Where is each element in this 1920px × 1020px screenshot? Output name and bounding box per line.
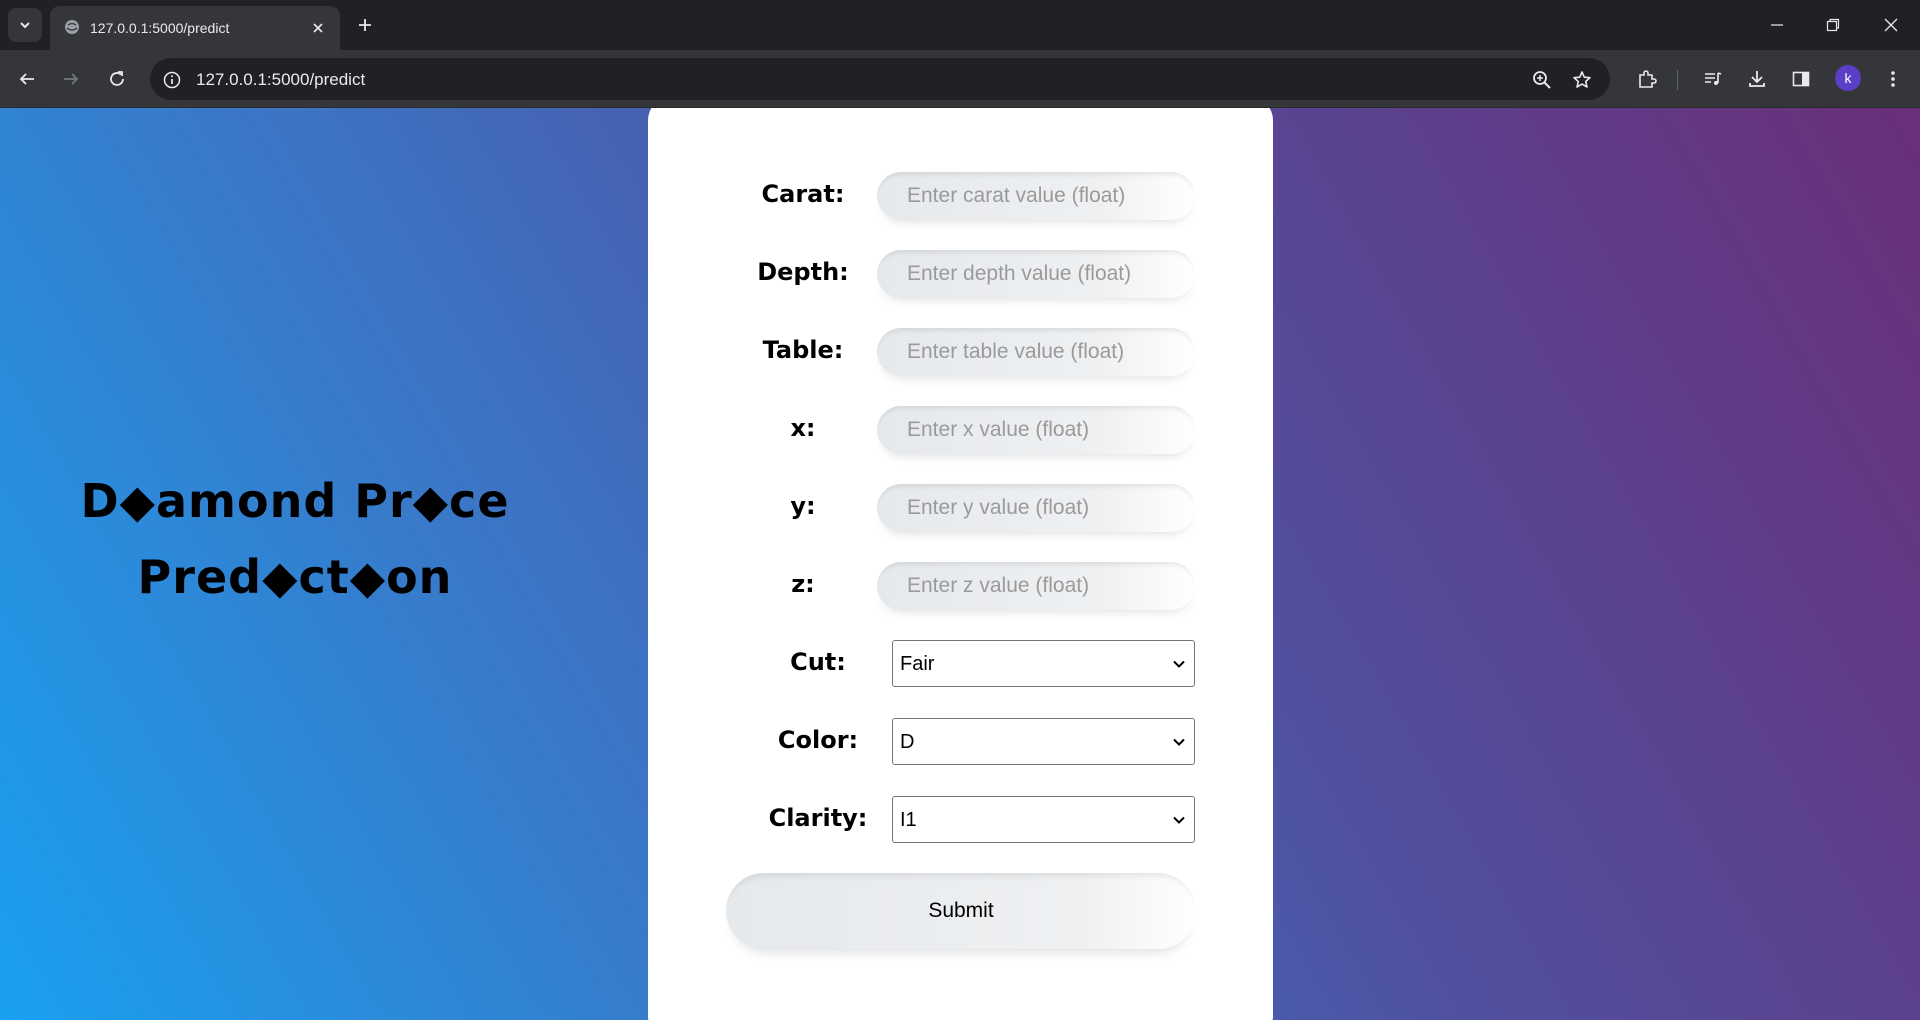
- tab-title: 127.0.0.1:5000/predict: [90, 20, 230, 36]
- info-icon: [163, 71, 181, 89]
- reload-icon: [110, 71, 124, 86]
- browser-toolbar: 127.0.0.1:5000/predict k: [0, 50, 1920, 108]
- carat-row: Carat:: [648, 172, 1273, 220]
- bookmark-button[interactable]: [1570, 68, 1594, 92]
- zoom-button[interactable]: [1530, 68, 1554, 92]
- z-row: z:: [648, 562, 1273, 610]
- y-row: y:: [648, 484, 1273, 532]
- arrow-right-icon: [64, 73, 79, 85]
- chevron-down-icon: [1173, 816, 1185, 824]
- plus-icon: [359, 19, 371, 31]
- depth-label: Depth:: [757, 258, 849, 286]
- restore-button[interactable]: [1818, 10, 1848, 40]
- x-input[interactable]: [877, 406, 1195, 454]
- table-label: Table:: [762, 336, 844, 364]
- side-panel-icon: [1792, 71, 1810, 87]
- page-title: D◆amond Pr◆ce Pred◆ct◆on: [30, 463, 560, 615]
- table-row: Table:: [648, 328, 1273, 376]
- browser-tab[interactable]: 127.0.0.1:5000/predict: [50, 6, 340, 50]
- chevron-down-icon: [1173, 738, 1185, 746]
- profile-avatar[interactable]: k: [1835, 65, 1861, 91]
- clarity-row: Clarity: I1: [648, 796, 1273, 844]
- downloads-button[interactable]: [1742, 64, 1772, 94]
- z-input[interactable]: [877, 562, 1195, 610]
- media-control-button[interactable]: [1698, 64, 1728, 94]
- address-bar[interactable]: 127.0.0.1:5000/predict: [150, 58, 1610, 100]
- carat-input[interactable]: [877, 172, 1195, 220]
- cut-select[interactable]: Fair: [892, 640, 1195, 687]
- page-viewport: D◆amond Pr◆ce Pred◆ct◆on Carat: Depth: T…: [0, 108, 1920, 1020]
- reload-button[interactable]: [102, 64, 132, 94]
- color-label: Color:: [777, 726, 859, 754]
- tab-close-button[interactable]: [308, 18, 328, 38]
- queue-music-icon: [1705, 72, 1722, 85]
- site-info-button[interactable]: [160, 68, 184, 92]
- x-label: x:: [790, 414, 816, 442]
- chevron-down-icon: [20, 22, 30, 29]
- close-icon: [313, 23, 323, 33]
- tab-strip: 127.0.0.1:5000/predict: [0, 0, 1920, 50]
- zoom-icon: [1533, 71, 1551, 89]
- restore-icon: [1826, 18, 1840, 32]
- minimize-icon: [1771, 24, 1783, 26]
- prediction-form-card: Carat: Depth: Table: x: y: z: Cut: Fair: [648, 108, 1273, 1020]
- color-select[interactable]: D: [892, 718, 1195, 765]
- table-input[interactable]: [877, 328, 1195, 376]
- color-row: Color: D: [648, 718, 1273, 766]
- cut-row: Cut: Fair: [648, 640, 1273, 688]
- browser-menu-button[interactable]: [1878, 64, 1908, 94]
- puzzle-icon: [1639, 70, 1657, 88]
- new-tab-button[interactable]: [352, 12, 378, 38]
- chevron-down-icon: [1173, 660, 1185, 668]
- page-title-line-2: Pred◆ct◆on: [137, 550, 453, 604]
- depth-row: Depth:: [648, 250, 1273, 298]
- arrow-left-icon: [19, 73, 34, 85]
- cut-select-value: Fair: [900, 653, 935, 675]
- tab-search-button[interactable]: [8, 8, 42, 42]
- url-text: 127.0.0.1:5000/predict: [196, 70, 366, 89]
- page-title-line-1: D◆amond Pr◆ce: [80, 474, 510, 528]
- depth-input[interactable]: [877, 250, 1195, 298]
- more-vertical-icon: [1891, 71, 1895, 87]
- y-label: y:: [790, 492, 816, 520]
- clarity-select-value: I1: [900, 809, 917, 831]
- star-icon: [1573, 71, 1591, 88]
- close-icon: [1884, 18, 1898, 32]
- submit-button[interactable]: Submit: [726, 873, 1196, 949]
- forward-button[interactable]: [56, 64, 86, 94]
- toolbar-divider: [1677, 70, 1678, 90]
- z-label: z:: [791, 570, 815, 598]
- y-input[interactable]: [877, 484, 1195, 532]
- side-panel-button[interactable]: [1786, 64, 1816, 94]
- color-select-value: D: [900, 731, 915, 753]
- globe-icon: [65, 20, 79, 34]
- extensions-button[interactable]: [1632, 64, 1662, 94]
- cut-label: Cut:: [790, 648, 846, 676]
- clarity-select[interactable]: I1: [892, 796, 1195, 843]
- back-button[interactable]: [12, 64, 42, 94]
- window-close-button[interactable]: [1876, 10, 1906, 40]
- download-icon: [1749, 71, 1765, 87]
- clarity-label: Clarity:: [768, 804, 868, 832]
- x-row: x:: [648, 406, 1273, 454]
- minimize-button[interactable]: [1762, 10, 1792, 40]
- carat-label: Carat:: [761, 180, 845, 208]
